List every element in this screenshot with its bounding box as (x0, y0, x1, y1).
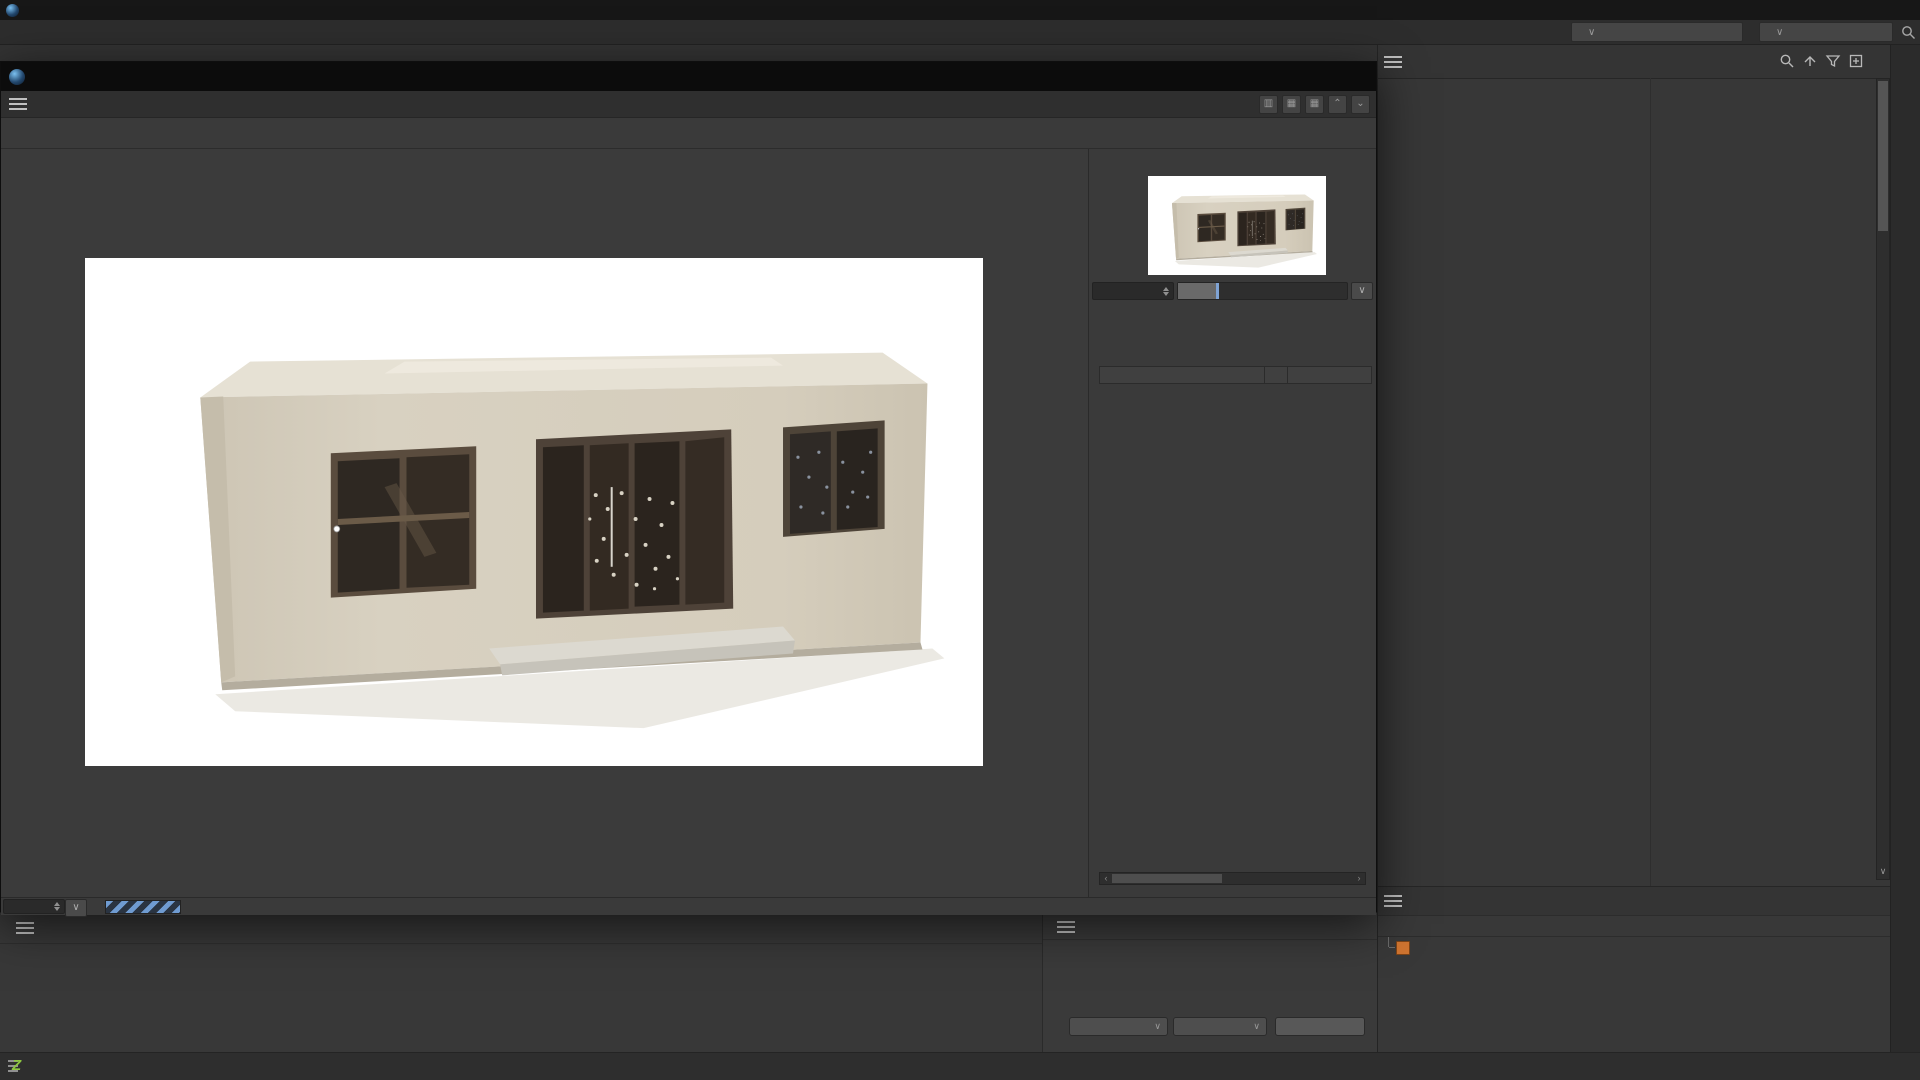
hamburger-icon[interactable] (9, 98, 27, 110)
scrollbar-thumb[interactable] (1112, 874, 1222, 883)
sidebar-hscrollbar[interactable]: ‹ › (1099, 872, 1366, 885)
object-manager-scrollbar[interactable]: ∨ (1876, 78, 1890, 880)
navigator-thumbnail[interactable] (1148, 176, 1326, 275)
picture-viewer-icon (9, 68, 25, 85)
object-manager (1377, 45, 1890, 886)
history-table (1099, 366, 1372, 384)
render-canvas (1, 149, 1088, 897)
panel-grid-icon[interactable]: ▦ (1282, 95, 1301, 114)
filter-icon[interactable] (1825, 53, 1841, 69)
app-logo-icon (6, 3, 19, 17)
tree-column-divider (1650, 78, 1651, 886)
chevron-down-icon: ∨ (1154, 1021, 1161, 1031)
chevron-down-icon: ∨ (1776, 26, 1784, 38)
picture-viewer-toolbar (1, 118, 1376, 149)
node-space-select[interactable]: ∨ (1571, 22, 1743, 42)
scroll-right-icon[interactable]: › (1353, 873, 1365, 884)
minimize-button[interactable] (1800, 0, 1840, 20)
coordinates-panel: ∨ ∨ (1042, 912, 1377, 1052)
spinner-icon[interactable] (54, 902, 60, 911)
object-tree (1378, 78, 1876, 886)
scroll-down-icon[interactable]: ⌄ (1351, 95, 1370, 114)
layer-color-chip[interactable] (1396, 941, 1410, 955)
cinema4d-app: ∨ ∨ ∨ ∨ ∨ Z ▥ ▦ ▦ ⌃ ⌄ ∨ ‹ › ∨ (0, 0, 1920, 1080)
chevron-down-icon: ∨ (1588, 26, 1596, 38)
panel-grid-icon[interactable]: ▦ (1305, 95, 1324, 114)
picture-viewer-titlebar[interactable] (1, 62, 1376, 91)
hamburger-icon[interactable] (16, 922, 34, 934)
picture-viewer-window: ▥ ▦ ▦ ⌃ ⌄ ∨ ‹ › ∨ (0, 61, 1377, 917)
hamburger-icon[interactable] (1384, 55, 1402, 68)
chevron-down-icon: ∨ (1253, 1021, 1260, 1031)
picture-viewer-statusbar: ∨ (1, 897, 1376, 917)
picture-viewer-menubar: ▥ ▦ ▦ ⌃ ⌄ (1, 91, 1376, 118)
right-tab-strip (1890, 45, 1920, 1052)
size-mode-select[interactable]: ∨ (1173, 1017, 1267, 1036)
layers-header (1378, 916, 1890, 937)
hamburger-icon[interactable] (1057, 921, 1075, 933)
history-table-header (1100, 367, 1371, 383)
object-manager-menubar (1378, 45, 1890, 79)
split-view-icon[interactable]: ▥ (1259, 95, 1278, 114)
scroll-left-icon[interactable]: ‹ (1100, 873, 1112, 884)
pv-maximize-button[interactable] (1292, 66, 1326, 88)
plugin-z-logo-icon (8, 1057, 26, 1075)
add-panel-icon[interactable] (1848, 53, 1864, 69)
navigator-zoom-field[interactable] (1092, 282, 1174, 300)
scroll-down-icon[interactable]: ∨ (1877, 866, 1889, 877)
search-icon[interactable] (1901, 25, 1916, 40)
pv-minimize-button[interactable] (1246, 66, 1280, 88)
layers-panel (1377, 886, 1890, 1052)
render-progress-bar (105, 900, 181, 914)
picture-viewer-sidebar: ∨ ‹ › (1088, 149, 1376, 897)
scroll-up-icon[interactable]: ⌃ (1328, 95, 1347, 114)
import-icon[interactable] (1802, 53, 1818, 69)
slider-handle[interactable] (1216, 283, 1219, 299)
materials-panel (0, 912, 1042, 1052)
layer-row[interactable] (1378, 937, 1890, 959)
menubar-right: ∨ ∨ (1563, 22, 1916, 42)
coordinate-mode-select[interactable]: ∨ (1069, 1017, 1168, 1036)
tree-guide (1382, 937, 1395, 957)
rendered-image (85, 258, 983, 766)
scrollbar-thumb[interactable] (1878, 81, 1888, 231)
divider (1043, 939, 1377, 940)
zoom-preset-dropdown[interactable]: ∨ (1351, 282, 1373, 300)
spinner-icon[interactable] (1163, 286, 1169, 296)
zoom-preset-dropdown[interactable]: ∨ (65, 899, 87, 917)
apply-button[interactable] (1275, 1017, 1365, 1036)
statusbar-zoom-field[interactable] (3, 899, 65, 914)
layers-menubar (1378, 887, 1890, 916)
window-titlebar (0, 0, 1920, 20)
maximize-button[interactable] (1846, 0, 1886, 20)
pv-close-button[interactable] (1338, 66, 1372, 88)
main-toolbar (0, 45, 1377, 61)
hamburger-icon[interactable] (1384, 895, 1402, 907)
navigator-zoom-slider[interactable] (1177, 282, 1348, 300)
layout-select[interactable]: ∨ (1759, 22, 1893, 42)
status-bar-bottom (0, 1052, 1920, 1080)
close-button[interactable] (1888, 0, 1920, 20)
search-icon[interactable] (1779, 53, 1795, 69)
materials-menubar (0, 913, 1042, 944)
